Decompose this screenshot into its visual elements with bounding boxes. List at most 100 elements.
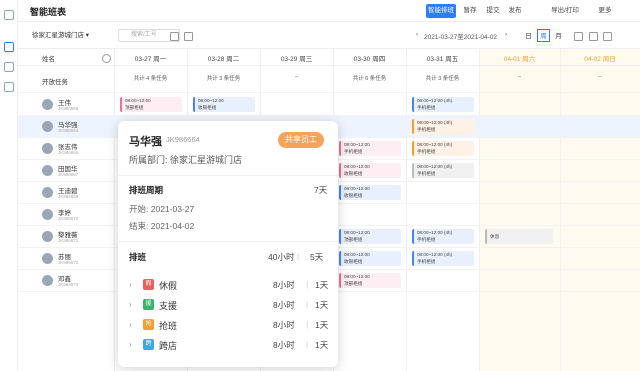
next-week-icon[interactable]: ›: [505, 31, 507, 38]
report-icon[interactable]: [4, 82, 14, 92]
popup-employee-name: 马华强: [129, 136, 162, 148]
shift-block[interactable]: 08:00~12:00 (4h) 手机柜组: [412, 119, 474, 134]
item-hours: 8小时: [273, 280, 295, 290]
store-select-value: 徐家汇星游城门店: [32, 32, 84, 39]
open-tasks-label: 开放任务: [42, 79, 68, 86]
smart-schedule-button[interactable]: 智能排班: [426, 4, 456, 18]
avatar: [42, 187, 53, 198]
day-header[interactable]: 04-01 周六: [479, 53, 560, 63]
view-month-tab[interactable]: 月: [552, 29, 565, 42]
task-summary[interactable]: –: [560, 74, 640, 80]
task-summary[interactable]: 共计 3 条任务: [187, 74, 260, 82]
side-rail: [0, 0, 18, 371]
save-draft-button[interactable]: 暂存: [459, 4, 481, 18]
publish-button[interactable]: 发布: [505, 4, 525, 18]
schedule-item-row[interactable]: › 抢 抢班 8小时 | 1天: [129, 317, 329, 333]
start-value: 2021-03-27: [150, 204, 195, 214]
avatar: [42, 143, 53, 154]
item-days: 1天: [315, 340, 329, 350]
schedule-icon[interactable]: [4, 42, 14, 52]
grid-header: 姓名 03-27 周一 03-28 周二 03-29 周三 03-30 周四 0…: [18, 48, 640, 66]
employee-id: JK986670: [58, 216, 79, 221]
gear-icon[interactable]: [102, 54, 111, 63]
more-button[interactable]: 更多: [592, 4, 618, 18]
item-name: 休假: [159, 281, 178, 291]
day-header[interactable]: 03-30 周四: [333, 53, 406, 63]
employee-id: JK986672: [58, 260, 79, 265]
grab-shift-tag-icon: 抢: [143, 319, 154, 330]
shift-block[interactable]: 08:00~12:00 (4h) 手机柜组: [412, 163, 474, 178]
period-start: 开始: 2021-03-27: [129, 203, 194, 215]
shift-block[interactable]: 08:00~12:00 顶部柜组: [120, 97, 182, 112]
divider: [118, 241, 338, 242]
employee-row[interactable]: 王伟 JK986668 08:00~12:00 顶部柜组 08:00~12:00 收…: [18, 94, 640, 116]
schedule-label: 排班: [129, 252, 147, 262]
shift-block[interactable]: 08:00~12:00 收银柜组: [193, 97, 255, 112]
day-header[interactable]: 03-28 周二: [187, 53, 260, 63]
employee-detail-popover: 马华强 JK986664 共享员工 所属部门: 徐家汇星游城门店 排班周期 7天…: [118, 121, 338, 367]
schedule-hours: 40小时: [268, 252, 295, 262]
prev-week-icon[interactable]: ‹: [416, 31, 418, 38]
shift-block[interactable]: 08:00~12:00 (4h) 手机柜组: [412, 97, 474, 112]
settings-icon[interactable]: [184, 32, 193, 41]
start-label: 开始:: [129, 204, 149, 214]
task-summary[interactable]: –: [479, 74, 560, 80]
layout-icon[interactable]: [589, 32, 598, 41]
chevron-right-icon[interactable]: ›: [129, 300, 132, 309]
item-name: 支援: [159, 301, 178, 311]
schedule-item-row[interactable]: › 跨 跨店 8小时 | 1天: [129, 337, 329, 353]
task-summary[interactable]: 共计 6 条任务: [333, 74, 406, 82]
export-icon[interactable]: [170, 32, 179, 41]
item-hours: 8小时: [273, 340, 295, 350]
popup-department: 所属部门: 徐家汇星游城门店: [129, 153, 242, 166]
toolbar: 徐家汇星游城门店 ▾ 搜索/工号 ‹ 2021-03-27至2021-04-02…: [18, 26, 640, 46]
grid-icon[interactable]: [4, 62, 14, 72]
chevron-right-icon[interactable]: ›: [129, 320, 132, 329]
shift-block[interactable]: 08:00~12:00 收银柜组: [339, 185, 401, 200]
open-tasks-row: 开放任务 共计 4 条任务 共计 3 条任务 – 共计 6 条任务 共计 3 条…: [18, 67, 640, 93]
separator: |: [306, 279, 309, 289]
calendar-icon[interactable]: [4, 10, 14, 20]
shift-block[interactable]: 08:00~12:00 (4h) 手机柜组: [412, 251, 474, 266]
chevron-right-icon[interactable]: ›: [129, 280, 132, 289]
day-header[interactable]: 03-31 周五: [406, 53, 479, 63]
period-end: 结束: 2021-04-02: [129, 220, 194, 232]
shift-block[interactable]: 08:00~12:00 顶部柜组: [339, 229, 401, 244]
shift-block[interactable]: 休息: [485, 229, 553, 244]
task-summary[interactable]: –: [260, 74, 333, 80]
dept-label: 所属部门:: [129, 155, 168, 165]
employee-id: JK986673: [58, 282, 79, 287]
fullscreen-icon[interactable]: [603, 32, 612, 41]
item-days: 1天: [315, 320, 329, 330]
day-header[interactable]: 04-02 周日: [560, 53, 640, 63]
schedule-item-row[interactable]: › 假 休假 8小时 | 1天: [129, 277, 329, 293]
shift-block[interactable]: 08:00~12:00 (4h) 手机柜组: [412, 141, 474, 156]
employee-id: JK986667: [58, 172, 79, 177]
item-name: 抢班: [159, 321, 178, 331]
schedule-item-row[interactable]: › 援 支援 8小时 | 1天: [129, 297, 329, 313]
day-header[interactable]: 03-29 周三: [260, 53, 333, 63]
shift-block[interactable]: 08:00~12:00 收银柜组: [339, 251, 401, 266]
avatar: [42, 231, 53, 242]
shift-block[interactable]: 08:00~12:00 收银柜组: [339, 163, 401, 178]
day-header[interactable]: 03-27 周一: [114, 53, 187, 63]
date-range[interactable]: 2021-03-27至2021-04-02: [424, 31, 497, 41]
task-summary[interactable]: 共计 4 条任务: [114, 74, 187, 82]
avatar: [42, 275, 53, 286]
shift-block[interactable]: 08:00~12:00 手机柜组: [339, 141, 401, 156]
separator: |: [306, 299, 309, 309]
chevron-right-icon[interactable]: ›: [129, 340, 132, 349]
view-week-tab[interactable]: 周: [537, 29, 550, 42]
submit-button[interactable]: 提交: [483, 4, 503, 18]
period-label: 排班周期: [129, 185, 164, 195]
export-print-button[interactable]: 导出/打印: [546, 4, 584, 18]
app-title: 智能班表: [30, 7, 67, 17]
view-day-tab[interactable]: 日: [522, 29, 535, 42]
store-select[interactable]: 徐家汇星游城门店 ▾: [26, 29, 114, 42]
avatar: [42, 253, 53, 264]
shift-block[interactable]: 08:00~12:00 顶部柜组: [339, 273, 401, 288]
filter-icon[interactable]: [574, 32, 583, 41]
task-summary[interactable]: 共计 3 条任务: [406, 74, 479, 82]
popup-employee-id: JK986664: [166, 135, 200, 144]
shift-block[interactable]: 08:00~12:00 (4h) 手机柜组: [412, 229, 474, 244]
